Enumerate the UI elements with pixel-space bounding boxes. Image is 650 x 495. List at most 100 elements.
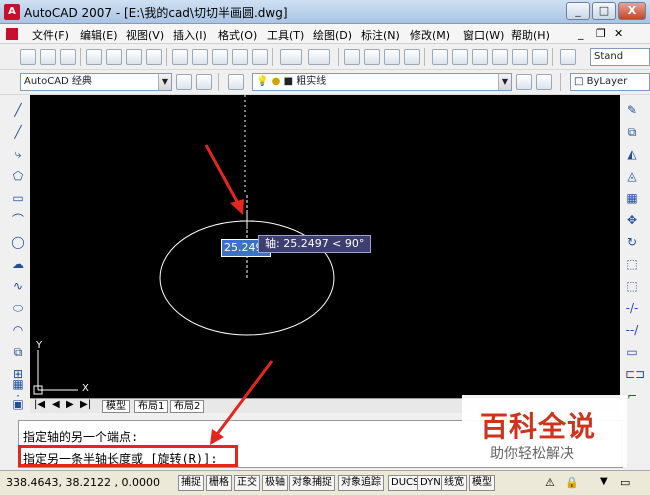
otrack-toggle[interactable]: 对象追踪 <box>338 475 384 491</box>
menu-file[interactable]: 文件(F) <box>32 27 69 43</box>
menu-help[interactable]: 帮助(H) <box>511 27 550 43</box>
offset-icon[interactable]: ◬ <box>625 169 639 183</box>
communication-center-icon[interactable]: ⚠ <box>545 476 555 489</box>
polar-toggle[interactable]: 极轴 <box>262 475 288 491</box>
status-menu-chevron-icon[interactable]: ▼ <box>600 476 608 487</box>
color-combo[interactable]: □ ByLayer <box>570 73 650 91</box>
calculator-icon[interactable] <box>532 49 548 65</box>
tab-layout1[interactable]: 布局1 <box>134 400 169 413</box>
lock-toolbar-icon[interactable]: 🔒 <box>565 476 579 489</box>
new-icon[interactable] <box>20 49 36 65</box>
markup-icon[interactable] <box>512 49 528 65</box>
grid-toggle[interactable]: 栅格 <box>206 475 232 491</box>
save-icon[interactable] <box>60 49 76 65</box>
layer-manager-icon[interactable] <box>228 74 244 90</box>
join-icon[interactable]: ⊏⊐ <box>625 367 645 381</box>
block-editor-icon[interactable] <box>252 49 268 65</box>
lineweight-toggle[interactable]: 线宽 <box>441 475 467 491</box>
scale-icon[interactable]: ⬚ <box>625 257 639 271</box>
menu-format[interactable]: 格式(O) <box>218 27 257 43</box>
circle-icon[interactable]: ◯ <box>11 235 25 249</box>
zoom-previous-icon[interactable] <box>404 49 420 65</box>
doc-restore-button[interactable]: ❐ <box>596 27 606 40</box>
copy-icon[interactable] <box>192 49 208 65</box>
menu-modify[interactable]: 修改(M) <box>410 27 450 43</box>
line-icon[interactable]: ╱ <box>11 103 25 117</box>
tab-nav-last-icon[interactable]: ▶| <box>80 399 91 410</box>
mirror-icon[interactable]: ◭ <box>625 147 639 161</box>
copy-object-icon[interactable]: ⧉ <box>625 125 639 139</box>
spline-icon[interactable]: ∿ <box>11 279 25 293</box>
tab-nav-prev-icon[interactable]: ◀ <box>52 399 60 410</box>
zoom-window-icon[interactable] <box>384 49 400 65</box>
menu-edit[interactable]: 编辑(E) <box>80 27 118 43</box>
paste-icon[interactable] <box>212 49 228 65</box>
array-icon[interactable]: ▦ <box>625 191 639 205</box>
tab-model[interactable]: 模型 <box>102 400 130 413</box>
layer-previous-icon[interactable] <box>536 74 552 90</box>
print-icon[interactable] <box>86 49 102 65</box>
arc-icon[interactable]: ⌒ <box>11 213 25 227</box>
trim-icon[interactable]: -/- <box>625 301 639 315</box>
pan-icon[interactable] <box>344 49 360 65</box>
print-preview-icon[interactable] <box>106 49 122 65</box>
help-icon[interactable] <box>560 49 576 65</box>
menu-draw[interactable]: 绘图(D) <box>313 27 352 43</box>
cut-icon[interactable] <box>172 49 188 65</box>
workspace-combo[interactable]: AutoCAD 经典 ▼ <box>20 73 172 91</box>
undo-icon[interactable] <box>280 49 302 65</box>
ortho-toggle[interactable]: 正交 <box>234 475 260 491</box>
document-icon[interactable] <box>6 28 18 40</box>
3d-dwf-icon[interactable] <box>146 49 162 65</box>
properties-icon[interactable] <box>432 49 448 65</box>
snap-toggle[interactable]: 捕捉 <box>178 475 204 491</box>
menu-tools[interactable]: 工具(T) <box>267 27 304 43</box>
doc-close-button[interactable]: ✕ <box>614 27 623 40</box>
model-space-toggle[interactable]: 模型 <box>469 475 495 491</box>
drawing-canvas[interactable]: Y X 25.2497 轴: 25.2497 < 90° <box>30 95 620 398</box>
workspace-settings-icon[interactable] <box>176 74 192 90</box>
zoom-realtime-icon[interactable] <box>364 49 380 65</box>
doc-minimize-button[interactable]: _ <box>578 27 584 40</box>
menu-insert[interactable]: 插入(I) <box>173 27 207 43</box>
sheet-set-icon[interactable] <box>492 49 508 65</box>
match-properties-icon[interactable] <box>232 49 248 65</box>
region-icon[interactable]: ▣ <box>11 397 25 411</box>
tab-nav-first-icon[interactable]: |◀ <box>34 399 45 410</box>
polyline-icon[interactable]: ⤷ <box>11 147 25 161</box>
minimize-button[interactable]: _ <box>566 2 590 20</box>
publish-icon[interactable] <box>126 49 142 65</box>
clean-screen-icon[interactable]: ▭ <box>620 476 630 489</box>
insert-block-icon[interactable]: ⧉ <box>11 345 25 359</box>
open-icon[interactable] <box>40 49 56 65</box>
style-combo[interactable]: Stand <box>590 48 650 66</box>
menu-view[interactable]: 视图(V) <box>126 27 164 43</box>
tab-nav-next-icon[interactable]: ▶ <box>66 399 74 410</box>
make-current-icon[interactable] <box>516 74 532 90</box>
ellipse-icon[interactable]: ⬭ <box>11 301 25 315</box>
dyn-toggle[interactable]: DYN <box>417 475 444 491</box>
construction-line-icon[interactable]: ╱ <box>11 125 25 139</box>
menu-dimension[interactable]: 标注(N) <box>361 27 400 43</box>
extend-icon[interactable]: --/ <box>625 323 639 337</box>
hatch-icon[interactable]: ▦ <box>11 377 25 391</box>
rectangle-icon[interactable]: ▭ <box>11 191 25 205</box>
osnap-toggle[interactable]: 对象捕捉 <box>289 475 335 491</box>
close-button[interactable]: X <box>618 2 646 20</box>
polygon-icon[interactable]: ⬠ <box>11 169 25 183</box>
rotate-icon[interactable]: ↻ <box>625 235 639 249</box>
chamfer-icon[interactable]: ⌐ <box>625 389 639 403</box>
save-workspace-icon[interactable] <box>196 74 212 90</box>
break-icon[interactable]: ▭ <box>625 345 639 359</box>
redo-icon[interactable] <box>308 49 330 65</box>
tool-palettes-icon[interactable] <box>472 49 488 65</box>
move-icon[interactable]: ✥ <box>625 213 639 227</box>
revision-cloud-icon[interactable]: ☁ <box>11 257 25 271</box>
maximize-button[interactable]: □ <box>592 2 616 20</box>
erase-icon[interactable]: ✎ <box>625 103 639 117</box>
layer-combo[interactable]: 💡 ● ■ 粗实线 ▼ <box>252 73 512 91</box>
design-center-icon[interactable] <box>452 49 468 65</box>
ellipse-arc-icon[interactable]: ◠ <box>11 323 25 337</box>
menu-window[interactable]: 窗口(W) <box>463 27 504 43</box>
stretch-icon[interactable]: ⬚ <box>625 279 639 293</box>
